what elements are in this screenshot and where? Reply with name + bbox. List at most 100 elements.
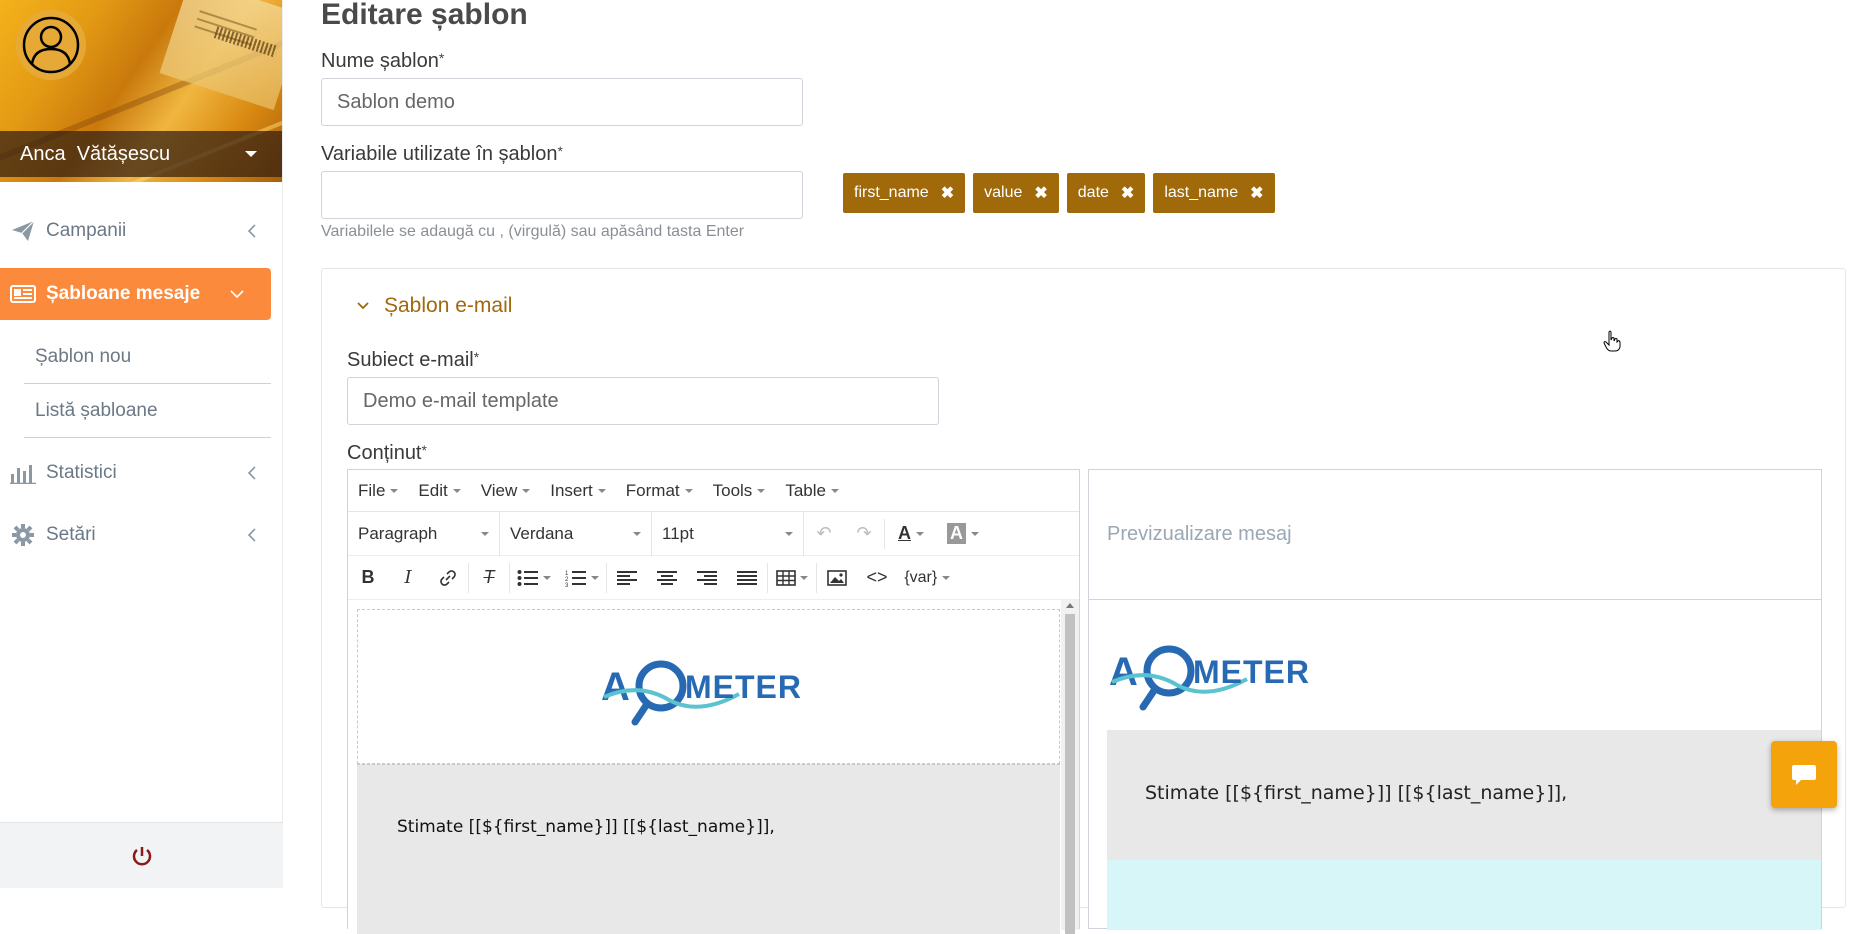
font-size-select[interactable]: 11pt <box>652 511 804 556</box>
justify-button[interactable] <box>727 556 767 600</box>
svg-text:A: A <box>1109 650 1138 694</box>
main-nav: Campanii Șabloane mesaje Șablon nou List… <box>0 204 283 562</box>
scroll-thumb[interactable] <box>1065 614 1075 934</box>
source-code-button[interactable]: <> <box>857 556 897 600</box>
link-button[interactable] <box>428 556 468 600</box>
align-left-icon <box>617 570 637 585</box>
nav-item-statistici[interactable]: Statistici <box>0 446 283 500</box>
text-color-button[interactable]: A <box>885 512 937 556</box>
clear-format-icon: T <box>483 567 495 587</box>
nav-item-sabloane[interactable]: Șabloane mesaje <box>0 268 271 320</box>
rich-text-editor: File Edit View Insert Format Tools Table… <box>347 469 1080 934</box>
user-icon <box>22 16 80 74</box>
message-preview: Previzualizare mesaj A METER Stimate [[$… <box>1088 469 1822 930</box>
caret-down-icon <box>245 151 257 157</box>
undo-icon: ↶ <box>816 523 832 543</box>
link-icon <box>440 569 456 586</box>
menu-table[interactable]: Table <box>785 481 839 501</box>
editor-content[interactable]: A METER Stimate [[${first_name}]] [[${la… <box>348 600 1079 934</box>
bold-button[interactable]: B <box>348 556 388 600</box>
preview-greeting-block: Stimate [[${first_name}]] [[${last_name}… <box>1107 730 1821 860</box>
variable-tag: last_name ✖ <box>1153 173 1275 213</box>
scroll-up-icon[interactable] <box>1066 603 1074 608</box>
svg-text:METER: METER <box>1193 654 1310 690</box>
editor-menubar: File Edit View Insert Format Tools Table <box>348 470 1079 512</box>
variable-tags: first_name ✖ value ✖ date ✖ last_name ✖ <box>843 173 1275 213</box>
image-button[interactable] <box>817 556 857 600</box>
sidebar: Anca Vătășescu Campanii Șabloane mesaje … <box>0 0 283 888</box>
nav-label: Setări <box>46 524 96 545</box>
editor-greeting-block: Stimate [[${first_name}]] [[${last_name}… <box>357 764 1060 934</box>
editor-logo-block: A METER <box>357 609 1060 764</box>
aqmeter-logo-icon: A METER <box>601 660 801 725</box>
italic-button[interactable]: I <box>388 556 428 600</box>
email-template-panel: Șablon e-mail Subiect e-mail* Demo e-mai… <box>321 268 1846 934</box>
menu-insert[interactable]: Insert <box>550 481 606 501</box>
preview-body-block <box>1107 860 1821 930</box>
remove-tag-icon[interactable]: ✖ <box>1250 183 1263 203</box>
remove-tag-icon[interactable]: ✖ <box>1121 183 1134 203</box>
align-right-button[interactable] <box>687 556 727 600</box>
nav-label: Statistici <box>46 462 117 483</box>
table-button[interactable] <box>768 556 816 600</box>
content-label: Conținut* <box>347 442 427 464</box>
template-name-label: Nume șablon* <box>321 50 445 72</box>
email-section-toggle[interactable]: Șablon e-mail <box>356 294 512 318</box>
block-format-select[interactable]: Paragraph <box>348 511 500 556</box>
variables-hint: Variabilele se adaugă cu , (virgulă) sau… <box>321 223 745 240</box>
remove-tag-icon[interactable]: ✖ <box>941 183 954 203</box>
clear-formatting-button[interactable]: T <box>469 556 509 600</box>
aqmeter-logo-icon: A METER <box>1109 645 1310 711</box>
variable-tag: first_name ✖ <box>843 173 966 213</box>
numbered-list-button[interactable]: 123 <box>558 556 606 600</box>
nav-item-setari[interactable]: Setări <box>0 508 283 562</box>
remove-tag-icon[interactable]: ✖ <box>1034 183 1047 203</box>
subject-input[interactable]: Demo e-mail template <box>347 377 939 425</box>
chat-icon <box>1792 764 1816 785</box>
text-color-icon: A <box>897 523 911 543</box>
tag-label: date <box>1077 184 1109 201</box>
bullet-list-button[interactable] <box>510 556 558 600</box>
chevron-down-icon <box>357 302 369 310</box>
editor-scrollbar[interactable] <box>1061 600 1079 934</box>
user-menu-toggle[interactable]: Anca Vătășescu <box>0 131 282 177</box>
gear-icon <box>10 522 36 548</box>
submenu-sabloane: Șablon nou Listă șabloane <box>0 330 283 438</box>
menu-tools[interactable]: Tools <box>713 481 766 501</box>
nav-item-campanii[interactable]: Campanii <box>0 204 283 258</box>
code-icon: <> <box>866 567 888 587</box>
preview-logo: A METER <box>1107 635 1327 719</box>
variable-tag: value ✖ <box>973 173 1059 213</box>
preview-greeting-text: Stimate [[${first_name}]] [[${last_name}… <box>1145 782 1568 804</box>
align-left-button[interactable] <box>607 556 647 600</box>
redo-button[interactable]: ↷ <box>844 512 884 556</box>
tag-label: last_name <box>1164 184 1239 201</box>
menu-format[interactable]: Format <box>626 481 693 501</box>
page-title: Editare șablon <box>321 0 528 31</box>
avatar[interactable] <box>16 10 86 80</box>
variables-label: Variabile utilizate în șablon* <box>321 143 563 165</box>
variable-tag: date ✖ <box>1066 173 1146 213</box>
redo-icon: ↷ <box>856 523 872 543</box>
font-family-select[interactable]: Verdana <box>500 511 652 556</box>
variables-input[interactable] <box>321 171 803 219</box>
align-center-button[interactable] <box>647 556 687 600</box>
newspaper-icon <box>10 281 36 307</box>
insert-variable-button[interactable]: {var} <box>897 556 957 600</box>
chat-button[interactable] <box>1771 741 1837 808</box>
sidebar-footer <box>0 822 283 888</box>
background-color-icon: A <box>946 523 966 544</box>
nav-label: Campanii <box>46 220 127 241</box>
sidebar-item-sablon-nou[interactable]: Șablon nou <box>24 330 271 384</box>
chevron-left-icon <box>247 224 256 238</box>
power-icon[interactable] <box>131 845 153 867</box>
background-color-button[interactable]: A <box>937 512 989 556</box>
menu-edit[interactable]: Edit <box>418 481 461 501</box>
bar-chart-icon <box>10 460 36 486</box>
menu-file[interactable]: File <box>358 481 399 501</box>
menu-view[interactable]: View <box>481 481 531 501</box>
undo-button[interactable]: ↶ <box>804 512 844 556</box>
template-name-input[interactable]: Sablon demo <box>321 78 803 126</box>
sidebar-item-lista-sabloane[interactable]: Listă șabloane <box>24 384 271 438</box>
email-section-title: Șablon e-mail <box>384 294 513 317</box>
